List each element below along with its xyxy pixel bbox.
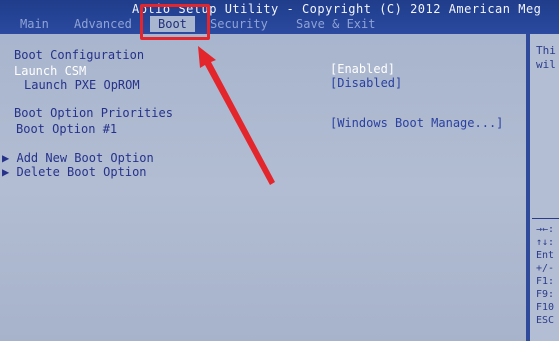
annotation-arrow-icon [198, 46, 275, 185]
bios-screen: Aptio Setup Utility - Copyright (C) 2012… [0, 0, 559, 341]
